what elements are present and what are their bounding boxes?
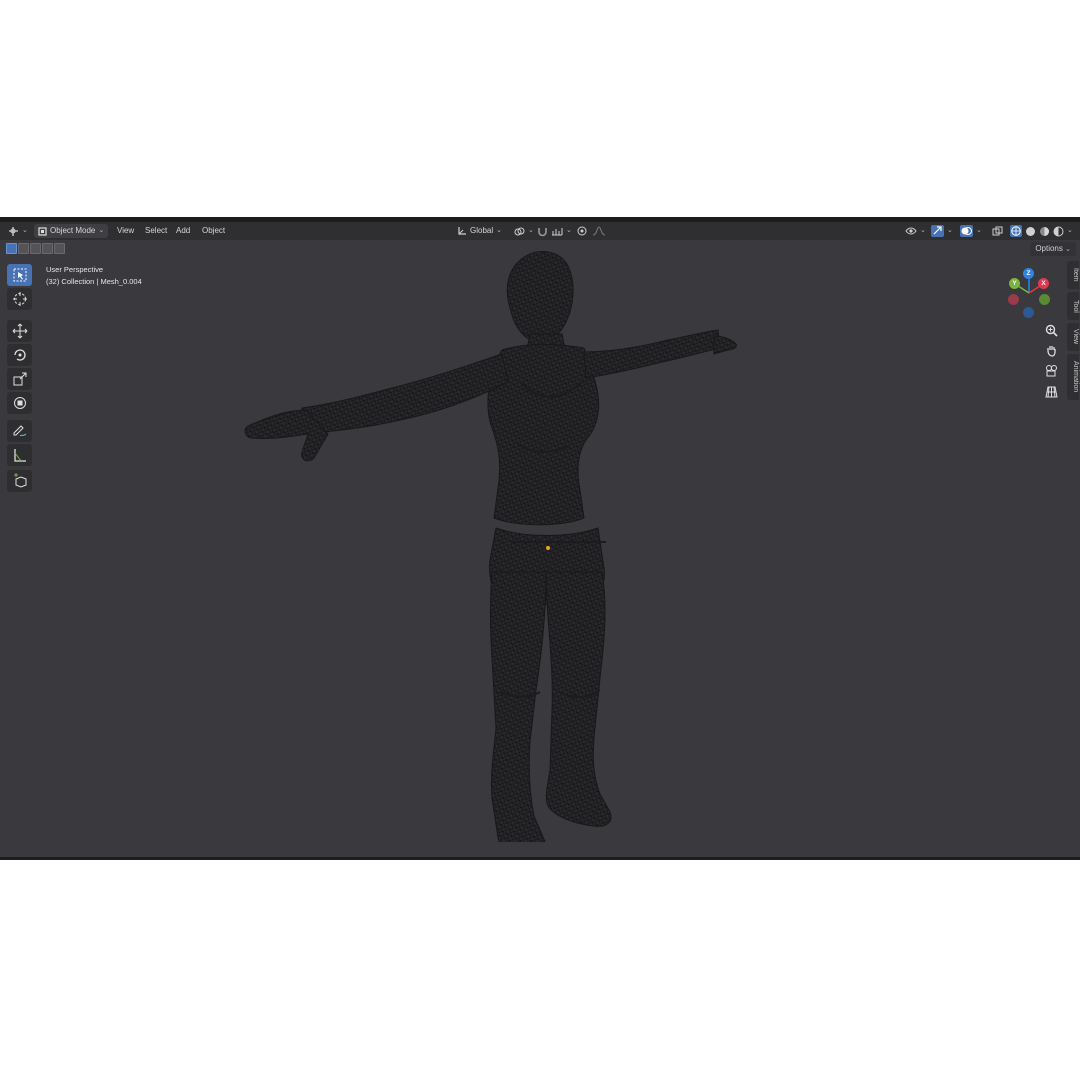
chevron-down-icon: ⌄ [947, 227, 953, 234]
snap-target-selector[interactable]: ⌄ [551, 222, 572, 240]
gizmo-arrows-icon [931, 225, 944, 237]
overlays-icon [960, 225, 973, 237]
cursor-tool[interactable] [7, 288, 32, 310]
pan-hand-icon [1046, 345, 1056, 357]
options-label: Options [1035, 244, 1063, 253]
chevron-down-icon: ⌄ [976, 227, 982, 234]
rotate-icon [13, 349, 26, 361]
selection-mode-buttons [6, 243, 65, 254]
mode-selector[interactable]: Object Mode ⌄ [34, 224, 109, 238]
menu-view[interactable]: View [117, 222, 134, 240]
transform-icon [13, 397, 26, 409]
gizmo-toggle[interactable]: ⌄ [931, 222, 953, 240]
chevron-down-icon: ⌄ [566, 227, 572, 234]
snap-toggle[interactable] [537, 222, 548, 240]
editor-type-icon [9, 226, 18, 236]
view-name: User Perspective [46, 265, 104, 274]
chevron-down-icon: ⌄ [528, 227, 534, 234]
collection-info: (32) Collection | Mesh_0.004 [46, 277, 142, 286]
measure-icon [13, 449, 26, 462]
measure-tool[interactable] [7, 444, 32, 466]
chevron-down-icon: ⌄ [1065, 246, 1071, 253]
rotate-tool[interactable] [7, 344, 32, 366]
menu-select[interactable]: Select [145, 222, 167, 240]
editor-type-button[interactable]: ⌄ [8, 222, 28, 240]
visibility-selector[interactable]: ⌄ [905, 222, 926, 240]
falloff-curve-icon [592, 226, 606, 236]
move-tool[interactable] [7, 320, 32, 342]
gizmo-y-axis[interactable]: Y [1009, 278, 1020, 289]
pivot-point-selector[interactable]: ⌄ [514, 222, 534, 240]
overlays-toggle[interactable]: ⌄ [960, 222, 982, 240]
solid-shading-icon[interactable] [1025, 226, 1036, 237]
pivot-icon [514, 227, 525, 235]
magnet-icon [538, 227, 547, 236]
tab-tool[interactable]: Tool [1067, 292, 1079, 320]
wireframe-character-mesh[interactable] [230, 242, 740, 842]
select-box-tool[interactable] [7, 264, 32, 286]
pan-button[interactable] [1042, 341, 1060, 359]
menu-add[interactable]: Add [176, 222, 190, 240]
annotate-icon [13, 425, 26, 437]
tab-item[interactable]: Item [1067, 261, 1079, 289]
menu-object[interactable]: Object [202, 222, 225, 240]
perspective-toggle-button[interactable] [1042, 382, 1060, 400]
annotate-tool[interactable] [7, 420, 32, 442]
scale-icon [13, 372, 26, 386]
gizmo-x-axis[interactable]: X [1038, 278, 1049, 289]
wireframe-shading-icon[interactable] [1010, 225, 1022, 237]
select-new-icon[interactable] [6, 243, 17, 254]
scale-tool[interactable] [7, 368, 32, 390]
gizmo-neg-x-axis[interactable] [1008, 294, 1019, 305]
proportional-editing-toggle[interactable] [577, 222, 587, 240]
gizmo-neg-z-axis[interactable] [1023, 307, 1034, 318]
camera-view-button[interactable] [1042, 361, 1060, 379]
perspective-grid-icon [1044, 386, 1058, 397]
chevron-down-icon: ⌄ [22, 227, 28, 234]
blender-window: ⌄ Object Mode ⌄ View Select Add Object G… [0, 217, 1080, 860]
xray-icon [992, 226, 1003, 235]
tab-animation[interactable]: Animation [1067, 354, 1079, 400]
object-origin-dot [546, 546, 550, 550]
mode-label: Object Mode [50, 226, 96, 235]
zoom-icon [1045, 324, 1058, 337]
falloff-selector[interactable] [592, 222, 606, 240]
transform-tool[interactable] [7, 392, 32, 414]
xray-toggle[interactable] [992, 222, 1003, 240]
shading-modes: ⌄ [1010, 222, 1073, 240]
snap-increment-icon [552, 227, 563, 235]
chevron-down-icon: ⌄ [496, 227, 502, 234]
select-intersect-icon[interactable] [54, 243, 65, 254]
select-invert-icon[interactable] [42, 243, 53, 254]
eye-icon [905, 227, 917, 235]
tab-view[interactable]: View [1067, 323, 1079, 351]
rendered-shading-icon[interactable] [1053, 226, 1064, 237]
chevron-down-icon: ⌄ [920, 227, 926, 234]
add-cube-icon [13, 473, 26, 488]
zoom-button[interactable] [1042, 321, 1060, 339]
select-subtract-icon[interactable] [30, 243, 41, 254]
camera-icon [1045, 364, 1057, 376]
viewport-header: ⌄ Object Mode ⌄ View Select Add Object G… [0, 222, 1080, 240]
move-icon [12, 323, 27, 339]
options-dropdown[interactable]: Options ⌄ [1030, 242, 1076, 256]
chevron-down-icon[interactable]: ⌄ [1067, 222, 1073, 240]
select-extend-icon[interactable] [18, 243, 29, 254]
chevron-down-icon: ⌄ [98, 227, 105, 234]
orientation-axes-icon [458, 227, 466, 235]
cursor-icon [12, 292, 27, 306]
select-box-icon [13, 268, 26, 282]
add-cube-tool[interactable] [7, 470, 32, 492]
transform-orientation-selector[interactable]: Global ⌄ [457, 222, 502, 240]
window-bottom-strip [0, 857, 1080, 860]
orientation-label: Global [470, 226, 494, 235]
gizmo-z-axis[interactable]: Z [1023, 268, 1034, 279]
navigation-gizmo[interactable]: Z Y X [1004, 265, 1054, 319]
object-mode-icon [38, 226, 47, 236]
proportional-edit-icon [577, 226, 587, 236]
gizmo-neg-y-axis[interactable] [1039, 294, 1050, 305]
material-preview-icon[interactable] [1039, 226, 1050, 237]
viewport-info: User Perspective (32) Collection | Mesh_… [46, 264, 142, 288]
